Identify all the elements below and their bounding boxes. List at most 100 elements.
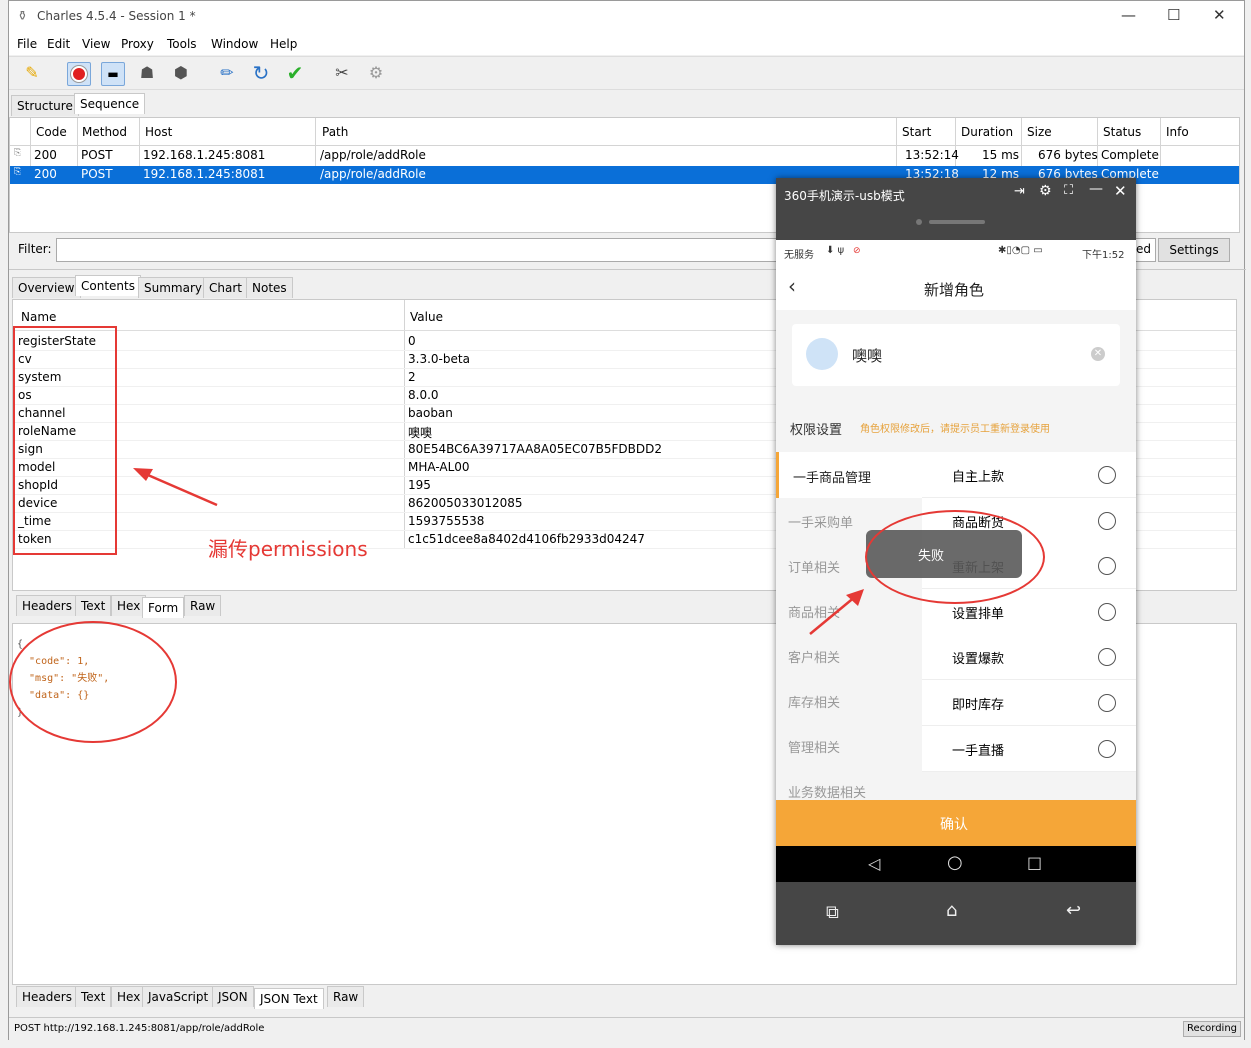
radio-button[interactable] xyxy=(1098,602,1116,621)
gear-icon[interactable]: ⚙ xyxy=(365,62,387,84)
throttle-icon[interactable]: ▬ xyxy=(101,62,125,86)
tab-req-hex[interactable]: Hex xyxy=(111,595,147,616)
tab-sequence[interactable]: Sequence xyxy=(74,93,146,114)
nav-home-icon[interactable]: ○ xyxy=(947,852,963,873)
tab-req-text[interactable]: Text xyxy=(75,595,112,616)
mirror-recents-icon[interactable]: ⧉ xyxy=(826,902,839,923)
row-path: /app/role/addRole xyxy=(320,148,426,162)
recording-indicator[interactable]: Recording xyxy=(1183,1021,1241,1037)
mirror-home-icon[interactable]: ⌂ xyxy=(946,900,957,921)
nav-back-icon[interactable]: ◁ xyxy=(868,854,880,873)
close-button[interactable]: ✕ xyxy=(1213,6,1226,24)
phone-minimize-icon[interactable]: — xyxy=(1089,181,1103,197)
menu-tools[interactable]: Tools xyxy=(167,37,197,51)
turtle-icon[interactable]: ☗ xyxy=(136,62,158,84)
radio-button[interactable] xyxy=(1098,557,1116,576)
permission-item[interactable]: 一手直播 xyxy=(922,725,1136,772)
col-start[interactable]: Start xyxy=(902,125,931,139)
col-method[interactable]: Method xyxy=(82,125,127,139)
tab-req-headers[interactable]: Headers xyxy=(16,595,78,616)
filter-option-label: ed xyxy=(1136,242,1151,256)
tab-res-json[interactable]: JSON xyxy=(212,986,254,1007)
col-value[interactable]: Value xyxy=(410,310,443,324)
notify-icon: ⊘ xyxy=(853,246,861,256)
annotation-circle-toast xyxy=(865,510,1045,604)
tab-structure[interactable]: Structure xyxy=(11,95,79,116)
minimize-button[interactable]: — xyxy=(1121,6,1136,24)
tab-contents[interactable]: Contents xyxy=(75,275,141,296)
tab-res-javascript[interactable]: JavaScript xyxy=(142,986,215,1007)
category-item-active[interactable]: 一手商品管理 xyxy=(776,452,922,498)
permission-item[interactable]: 即时库存 xyxy=(922,680,1136,726)
col-status[interactable]: Status xyxy=(1103,125,1141,139)
tab-summary[interactable]: Summary xyxy=(138,277,208,298)
menu-window[interactable]: Window xyxy=(211,37,258,51)
nav-recents-icon[interactable]: □ xyxy=(1027,853,1042,872)
category-label: 一手商品管理 xyxy=(793,471,872,486)
check-icon[interactable]: ✔ xyxy=(284,62,306,84)
menu-help[interactable]: Help xyxy=(270,37,297,51)
tab-res-json-text[interactable]: JSON Text xyxy=(254,988,324,1009)
tab-notes[interactable]: Notes xyxy=(246,277,293,298)
tab-chart[interactable]: Chart xyxy=(203,277,248,298)
tab-res-text[interactable]: Text xyxy=(75,986,112,1007)
title-bar: ⚱ Charles 4.5.4 - Session 1 * — ☐ ✕ xyxy=(9,1,1244,33)
menu-file[interactable]: File xyxy=(17,37,37,51)
back-icon[interactable]: ‹ xyxy=(788,274,796,298)
status-bar: POST http://192.168.1.245:8081/app/role/… xyxy=(9,1017,1244,1040)
menu-view[interactable]: View xyxy=(82,37,110,51)
fullscreen-icon[interactable]: ⛶ xyxy=(1064,183,1073,198)
menu-proxy[interactable]: Proxy xyxy=(121,37,154,51)
col-code[interactable]: Code xyxy=(36,125,67,139)
broom-icon[interactable]: ✎ xyxy=(21,62,43,84)
pen-icon[interactable]: ✏ xyxy=(216,62,238,84)
table-row[interactable]: ⎘ 200 POST 192.168.1.245:8081 /app/role/… xyxy=(10,146,1239,165)
permission-label: 设置排单 xyxy=(952,606,1005,622)
clear-icon[interactable]: ✕ xyxy=(1091,347,1105,361)
role-card: 噢噢 ✕ xyxy=(792,324,1120,386)
category-item[interactable]: 管理相关 xyxy=(776,723,922,768)
tab-req-form[interactable]: Form xyxy=(142,597,185,618)
category-label: 业务数据相关 xyxy=(788,786,867,801)
category-item[interactable]: 客户相关 xyxy=(776,633,922,678)
menu-edit[interactable]: Edit xyxy=(47,37,70,51)
stop-icon[interactable]: ⬢ xyxy=(170,62,192,84)
col-info[interactable]: Info xyxy=(1166,125,1189,139)
role-name-input[interactable]: 噢噢 xyxy=(852,345,882,366)
permission-item[interactable]: 设置爆款 xyxy=(922,634,1136,681)
tab-res-raw[interactable]: Raw xyxy=(327,986,365,1007)
category-label: 管理相关 xyxy=(788,741,841,756)
maximize-button[interactable]: ☐ xyxy=(1167,6,1180,24)
radio-button[interactable] xyxy=(1098,694,1116,712)
tools-icon[interactable]: ✂ xyxy=(331,62,353,84)
permission-item[interactable]: 自主上款 xyxy=(922,452,1136,498)
confirm-button[interactable]: 确认 xyxy=(776,800,1136,846)
settings-button[interactable]: Settings xyxy=(1158,238,1230,262)
request-icon: ⎘ xyxy=(14,167,22,177)
tab-res-headers[interactable]: Headers xyxy=(16,986,78,1007)
radio-button[interactable] xyxy=(1098,648,1116,667)
radio-button[interactable] xyxy=(1098,739,1116,758)
col-name[interactable]: Name xyxy=(21,310,56,324)
col-host[interactable]: Host xyxy=(145,125,172,139)
radio-button[interactable] xyxy=(1098,511,1116,530)
col-size[interactable]: Size xyxy=(1027,125,1052,139)
form-field-value: 1593755538 xyxy=(408,514,485,528)
col-duration[interactable]: Duration xyxy=(961,125,1013,139)
col-path[interactable]: Path xyxy=(322,125,348,139)
pin-icon[interactable]: ⇥ xyxy=(1014,184,1025,199)
settings-icon[interactable]: ⚙ xyxy=(1039,183,1052,199)
tab-res-hex[interactable]: Hex xyxy=(111,986,147,1007)
mirror-back-icon[interactable]: ↩ xyxy=(1066,900,1081,921)
tab-req-raw[interactable]: Raw xyxy=(184,595,222,616)
radio-button[interactable] xyxy=(1098,466,1116,484)
clock-text: 下午1:52 xyxy=(1082,250,1125,261)
phone-close-icon[interactable]: ✕ xyxy=(1114,182,1127,200)
form-field-value: baoban xyxy=(408,406,453,420)
category-item[interactable]: 库存相关 xyxy=(776,678,922,723)
record-icon[interactable] xyxy=(67,62,91,86)
annotation-box xyxy=(13,326,117,555)
row-path: /app/role/addRole xyxy=(320,167,426,181)
tab-overview[interactable]: Overview xyxy=(12,277,81,298)
refresh-icon[interactable]: ↻ xyxy=(250,62,272,84)
